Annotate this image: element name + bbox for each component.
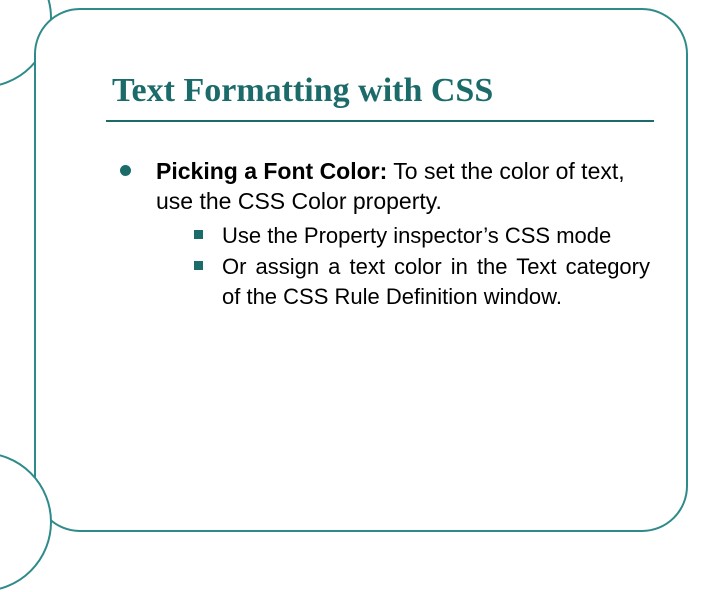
bullet-square-icon: [194, 261, 203, 270]
list-item: Picking a Font Color: To set the color o…: [120, 156, 650, 311]
bullet-dot-icon: [120, 165, 131, 176]
sub-list: Use the Property inspector’s CSS mode Or…: [156, 221, 650, 311]
bullet-square-icon: [194, 230, 203, 239]
slide-content: Picking a Font Color: To set the color o…: [120, 156, 650, 313]
slide-title: Text Formatting with CSS: [112, 72, 493, 110]
list-item: Use the Property inspector’s CSS mode: [192, 221, 650, 250]
bullet-lead: Picking a Font Color:: [156, 158, 387, 184]
sub-bullet-text: Or assign a text color in the Text categ…: [222, 254, 650, 308]
sub-bullet-text: Use the Property inspector’s CSS mode: [222, 223, 611, 248]
title-underline: [106, 120, 654, 122]
list-item: Or assign a text color in the Text categ…: [192, 252, 650, 311]
